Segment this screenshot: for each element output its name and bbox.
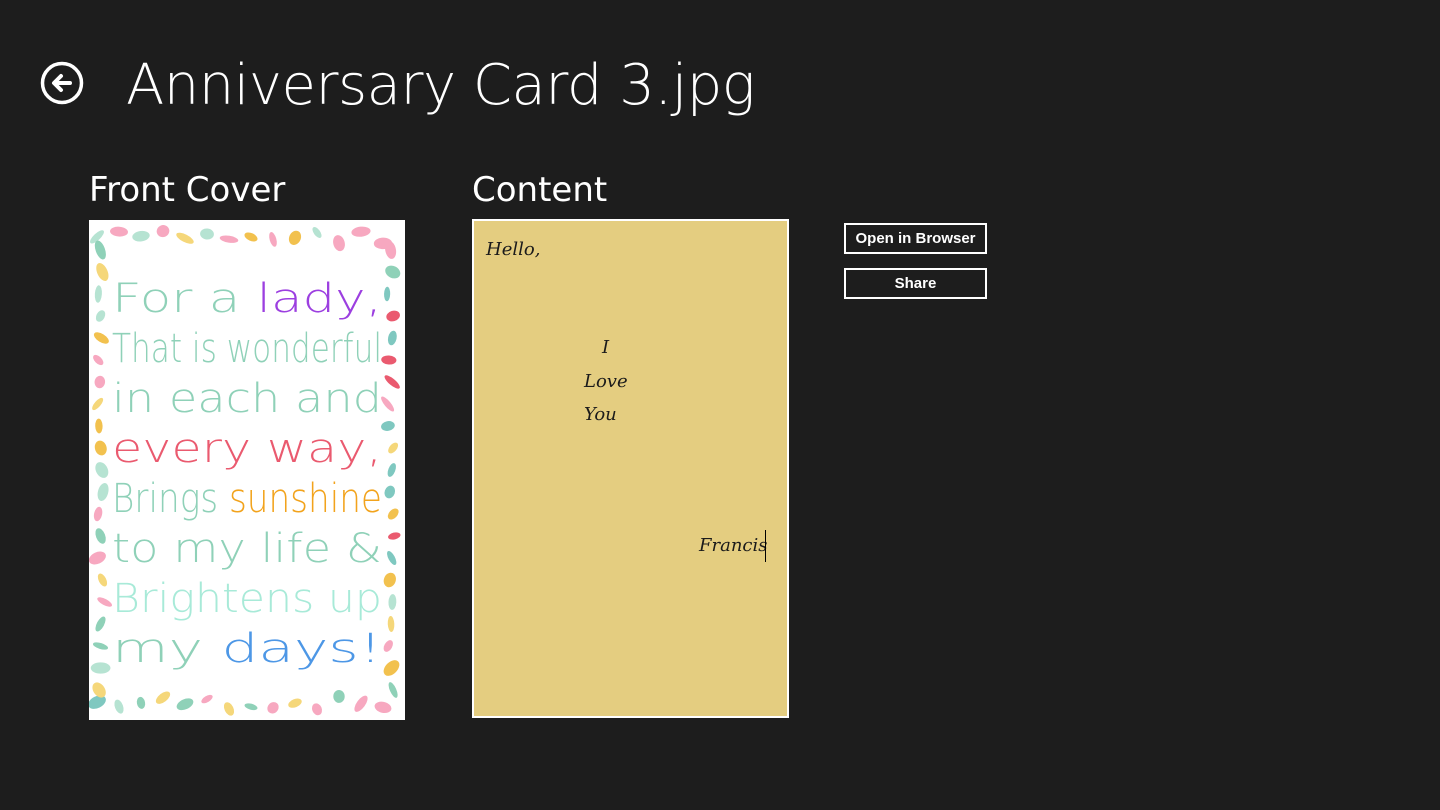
leaf-decoration <box>155 691 171 704</box>
leaf-decoration <box>156 225 170 238</box>
leaf-decoration <box>267 702 279 714</box>
leaf-decoration <box>97 573 108 587</box>
front-cover-image: For a lady, That is wonderful in each and e… <box>89 220 405 720</box>
back-button[interactable] <box>40 61 84 105</box>
leaf-decoration <box>311 703 323 716</box>
leaf-decoration <box>95 616 106 632</box>
leaf-decoration <box>96 263 109 281</box>
leaf-decoration <box>95 310 106 322</box>
leaf-decoration <box>387 550 397 566</box>
front-cover-label: Front Cover <box>89 170 286 210</box>
leaf-decoration <box>90 662 111 674</box>
leaf-decoration <box>386 310 400 322</box>
front-cover-illustration: For a lady,That is wonderfulin each ande… <box>89 225 401 716</box>
leaf-decoration <box>201 694 213 704</box>
cover-text-line: every way, <box>112 426 382 472</box>
leaf-decoration <box>94 375 106 389</box>
message-line-3: You <box>584 404 617 425</box>
leaf-decoration <box>381 355 397 365</box>
cover-text-line: in each and <box>112 376 382 422</box>
leaf-decoration <box>333 235 345 252</box>
leaf-decoration <box>176 698 194 711</box>
leaf-decoration <box>95 462 109 478</box>
leaf-decoration <box>354 695 368 712</box>
leaf-decoration <box>94 285 102 303</box>
leaf-decoration <box>93 506 103 522</box>
leaf-decoration <box>385 265 401 279</box>
leaf-decoration <box>388 682 398 698</box>
message-line-1: I <box>602 337 610 358</box>
leaf-decoration <box>136 696 146 709</box>
leaf-decoration <box>388 442 399 454</box>
cover-text-line: Brings sunshine <box>112 476 382 522</box>
leaf-decoration <box>387 330 397 346</box>
leaf-decoration <box>387 463 396 477</box>
leaf-decoration <box>97 597 112 607</box>
leaf-decoration <box>387 616 395 632</box>
leaf-decoration <box>312 227 322 238</box>
leaf-decoration <box>383 572 396 588</box>
leaf-decoration <box>244 232 258 242</box>
leaf-decoration <box>110 226 128 237</box>
content-card[interactable]: Hello, I Love You Francis <box>472 219 789 718</box>
signature-text: Francis <box>699 535 768 556</box>
leaf-decoration <box>384 375 400 389</box>
leaf-decoration <box>114 699 124 714</box>
leaf-decoration <box>200 228 214 240</box>
leaf-decoration <box>244 703 258 711</box>
leaf-decoration <box>383 660 400 676</box>
leaf-decoration <box>383 640 393 652</box>
content-label: Content <box>472 170 608 210</box>
cover-text-line: For a lady, <box>112 276 382 322</box>
page-title: Anniversary Card 3.jpg <box>126 53 755 118</box>
leaf-decoration <box>333 689 345 703</box>
leaf-decoration <box>381 421 395 431</box>
greeting-text: Hello, <box>486 239 541 260</box>
cover-text-line: Brightens up <box>112 576 382 622</box>
leaf-decoration <box>97 483 109 501</box>
leaf-decoration <box>288 230 302 245</box>
leaf-decoration <box>92 642 109 650</box>
leaf-decoration <box>176 232 194 244</box>
cover-text-line: my days! <box>112 626 382 672</box>
leaf-decoration <box>93 354 104 366</box>
cover-text-line: That is wonderful <box>112 326 382 372</box>
message-line-2: Love <box>584 371 628 392</box>
leaf-decoration <box>269 232 277 247</box>
leaf-decoration <box>93 332 109 344</box>
back-arrow-circle-icon <box>40 61 84 105</box>
leaf-decoration <box>288 698 302 708</box>
leaf-decoration <box>374 701 392 714</box>
leaf-decoration <box>92 397 104 411</box>
open-in-browser-button[interactable]: Open in Browser <box>844 223 987 254</box>
leaf-decoration <box>351 226 371 237</box>
leaf-decoration <box>95 418 103 434</box>
leaf-decoration <box>223 702 235 716</box>
share-button[interactable]: Share <box>844 268 987 299</box>
cover-text-line: to my life & <box>112 526 382 572</box>
leaf-decoration <box>387 508 399 520</box>
leaf-decoration <box>219 235 239 243</box>
leaf-decoration <box>384 485 396 499</box>
leaf-decoration <box>92 682 106 698</box>
leaf-decoration <box>95 528 106 544</box>
leaf-decoration <box>388 594 397 610</box>
leaf-decoration <box>94 440 107 456</box>
leaf-decoration <box>89 551 106 565</box>
leaf-decoration <box>388 532 401 540</box>
leaf-decoration <box>132 230 150 242</box>
leaf-decoration <box>384 286 391 302</box>
text-cursor <box>765 530 766 562</box>
